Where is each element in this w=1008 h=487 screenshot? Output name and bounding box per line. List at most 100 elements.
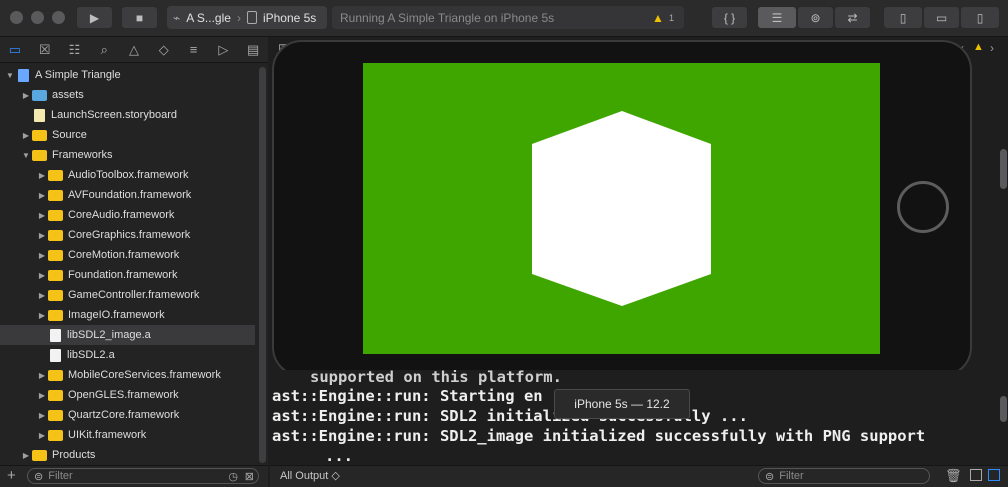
toolbar: ▶ ■ ⌁ A S...gle › iPhone 5s Running A Si…	[0, 0, 1008, 37]
breakpoint-icon[interactable]: ▷	[208, 42, 238, 58]
disclosure-closed-icon[interactable]: ▶	[36, 431, 48, 440]
folder-icon[interactable]: ▭	[0, 42, 30, 58]
disclosure-closed-icon[interactable]: ▶	[36, 411, 48, 420]
filter-placeholder: Filter	[48, 470, 73, 482]
hierarchy-icon[interactable]: ☷	[60, 42, 90, 58]
navigator-item-label: CoreAudio.framework	[68, 209, 175, 221]
source-control-icon[interactable]: ☒	[30, 42, 60, 58]
navigator-item-label: Products	[52, 449, 96, 461]
navigator-item[interactable]: ▶ Foundation.framework	[0, 265, 255, 285]
trash-icon[interactable]: 🗑	[945, 468, 962, 484]
file-icon	[50, 328, 61, 342]
split-left-icon[interactable]	[970, 469, 982, 481]
navigator-item[interactable]: ▼ Frameworks	[0, 145, 255, 165]
output-selector[interactable]: All Output ◇	[280, 469, 340, 482]
navigator-item[interactable]: ▶ CoreAudio.framework	[0, 205, 255, 225]
console-scrollbar[interactable]	[1000, 396, 1007, 422]
zoom-window-button[interactable]	[52, 11, 65, 24]
disclosure-closed-icon[interactable]: ▶	[20, 131, 32, 140]
disclosure-closed-icon[interactable]: ▶	[36, 291, 48, 300]
stop-icon: ■	[135, 10, 144, 25]
scheme-selector[interactable]: ⌁ A S...gle › iPhone 5s	[167, 6, 327, 29]
scheme-device-label: iPhone 5s	[262, 10, 317, 25]
search-icon[interactable]: ⌕	[89, 42, 119, 58]
disclosure-closed-icon[interactable]: ▶	[20, 451, 32, 460]
navigator-item[interactable]: ▶ QuartzCore.framework	[0, 405, 255, 425]
navigator-item[interactable]: ▼ A Simple Triangle	[0, 65, 255, 85]
navigator-item[interactable]: LaunchScreen.storyboard	[0, 105, 255, 125]
disclosure-open-icon[interactable]: ▼	[4, 71, 16, 80]
disclosure-closed-icon[interactable]: ▶	[36, 231, 48, 240]
home-button[interactable]	[897, 181, 949, 233]
play-icon: ▶	[89, 10, 100, 25]
run-button[interactable]: ▶	[76, 6, 113, 29]
disclosure-closed-icon[interactable]: ▶	[36, 271, 48, 280]
disclosure-closed-icon[interactable]: ▶	[36, 391, 48, 400]
editor-scrollbar[interactable]	[1000, 149, 1007, 189]
warning-icon: ▲	[652, 10, 664, 25]
right-panel-icon: ▯	[976, 10, 984, 25]
status-text: Running A Simple Triangle on iPhone 5s	[340, 10, 555, 25]
navigator-filter-field[interactable]: ⊜ Filter ◷ ⊠	[27, 468, 259, 484]
navigator-item[interactable]: ▶ ImageIO.framework	[0, 305, 255, 325]
navigator-item[interactable]: ▶ CoreMotion.framework	[0, 245, 255, 265]
split-right-icon[interactable]	[988, 469, 1000, 481]
navigator-item[interactable]: ▶ UIKit.framework	[0, 425, 255, 445]
navigator-item[interactable]: ▶ AudioToolbox.framework	[0, 165, 255, 185]
navigator-item[interactable]: ▶ OpenGLES.framework	[0, 385, 255, 405]
disclosure-closed-icon[interactable]: ▶	[36, 251, 48, 260]
navigator-item[interactable]: libSDL2.a	[0, 345, 255, 365]
version-editor-button[interactable]: ⇄	[834, 6, 871, 29]
test-icon[interactable]: ◇	[149, 42, 179, 58]
library-button[interactable]: { }	[711, 6, 748, 29]
navigator-item[interactable]: ▶ GameController.framework	[0, 285, 255, 305]
navigator-item-label: libSDL2_image.a	[67, 329, 151, 341]
disclosure-closed-icon[interactable]: ▶	[20, 91, 32, 100]
toggle-navigator-button[interactable]: ▯	[883, 6, 923, 29]
framework-icon	[48, 309, 63, 321]
navigator-tab-bar: ▭ ☒ ☷ ⌕ △ ◇ ≡ ▷ ▤	[0, 37, 268, 63]
disclosure-closed-icon[interactable]: ▶	[36, 191, 48, 200]
navigator-item-label: Foundation.framework	[68, 269, 178, 281]
hexagon-shape	[532, 111, 711, 306]
navigator-item[interactable]: ▶ AVFoundation.framework	[0, 185, 255, 205]
navigator-item-label: A Simple Triangle	[35, 69, 121, 81]
disclosure-closed-icon[interactable]: ▶	[36, 311, 48, 320]
toggle-debug-area-button[interactable]: ▭	[923, 6, 960, 29]
navigator-item[interactable]: ▶ assets	[0, 85, 255, 105]
disclosure-closed-icon[interactable]: ▶	[36, 171, 48, 180]
navigator-item[interactable]: ▶ MobileCoreServices.framework	[0, 365, 255, 385]
folder-icon	[32, 149, 47, 161]
report-icon[interactable]: ▤	[238, 42, 268, 58]
navigator-item[interactable]: libSDL2_image.a	[0, 325, 255, 345]
forward-icon[interactable]: ›	[990, 41, 994, 55]
navigator-scrollbar[interactable]	[259, 67, 266, 463]
toggle-inspector-button[interactable]: ▯	[960, 6, 1000, 29]
disclosure-closed-icon[interactable]: ▶	[36, 371, 48, 380]
framework-icon	[48, 249, 63, 261]
navigator-item[interactable]: ▶ Source	[0, 125, 255, 145]
warning-icon[interactable]: △	[119, 42, 149, 58]
disclosure-open-icon[interactable]: ▼	[20, 151, 32, 160]
navigator-item[interactable]: ▶ CoreGraphics.framework	[0, 225, 255, 245]
debug-icon[interactable]: ≡	[179, 42, 209, 57]
close-window-button[interactable]	[10, 11, 23, 24]
navigator-item-label: GameController.framework	[68, 289, 200, 301]
simulator-tooltip: iPhone 5s — 12.2	[554, 389, 690, 419]
disclosure-closed-icon[interactable]: ▶	[36, 211, 48, 220]
navigator-item[interactable]: ▶ Products	[0, 445, 255, 465]
assistant-editor-button[interactable]: ⊚	[797, 6, 834, 29]
scheme-project-label: A S...gle	[186, 10, 231, 25]
scm-filter-icon[interactable]: ⊠	[245, 470, 254, 483]
standard-editor-button[interactable]: ☰	[757, 6, 797, 29]
stop-button[interactable]: ■	[121, 6, 158, 29]
navigator-item-label: LaunchScreen.storyboard	[51, 109, 177, 121]
folder-icon	[32, 89, 47, 101]
navigator-item-label: AVFoundation.framework	[68, 189, 192, 201]
recent-icon[interactable]: ◷	[228, 470, 238, 483]
console-filter-field[interactable]: ⊜ Filter	[758, 468, 930, 484]
simulator-screen[interactable]	[363, 63, 880, 354]
add-icon[interactable]: +	[7, 467, 16, 484]
minimize-window-button[interactable]	[31, 11, 44, 24]
left-panel-icon: ▯	[899, 10, 907, 25]
